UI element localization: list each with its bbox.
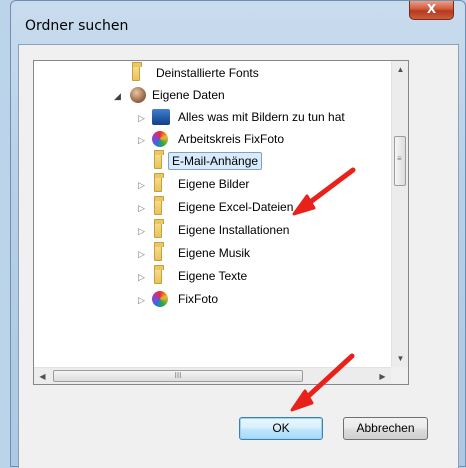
tree-item-label: Eigene Excel-Dateien <box>178 200 294 214</box>
collapsed-arrow-icon[interactable]: ▷ <box>138 203 148 213</box>
collapsed-arrow-icon[interactable]: ▷ <box>138 249 148 259</box>
colorful-app-icon <box>152 131 168 147</box>
folder-icon <box>154 242 164 261</box>
tree-item-eigene-daten[interactable]: ◢ Eigene Daten <box>34 85 392 107</box>
tree-item-label: Arbeitskreis FixFoto <box>178 132 285 146</box>
horizontal-scrollbar[interactable]: ◀ III ▶ <box>34 367 391 384</box>
tree-item-label: Eigene Installationen <box>178 223 290 237</box>
collapsed-arrow-icon[interactable]: ▷ <box>138 226 148 236</box>
vertical-scroll-thumb[interactable]: ≡ <box>394 136 406 186</box>
tree-item-label: Eigene Daten <box>152 88 225 102</box>
window-title: Ordner suchen <box>25 18 129 34</box>
close-button[interactable]: X <box>409 1 454 20</box>
scroll-left-arrow-icon[interactable]: ◀ <box>34 368 51 384</box>
collapsed-arrow-icon[interactable]: ▷ <box>138 272 148 282</box>
tree-item-label: Alles was mit Bildern zu tun hat <box>178 110 345 124</box>
tree-item-label: Eigene Texte <box>178 269 248 283</box>
folder-icon <box>154 219 164 238</box>
scrollbar-corner <box>391 367 408 384</box>
horizontal-scroll-thumb[interactable]: III <box>53 370 303 382</box>
picture-library-icon <box>152 109 170 125</box>
tree-item-label: Eigene Musik <box>178 246 251 260</box>
cancel-button[interactable]: Abbrechen <box>343 417 428 440</box>
tree-item-alles-was-mit-bildern[interactable]: ▷ Alles was mit Bildern zu tun hat <box>34 107 392 129</box>
thumb-grip-icon: III <box>174 371 182 380</box>
tree-item-eigene-installationen[interactable]: ▷ Eigene Installationen <box>34 219 392 242</box>
folder-icon <box>154 265 164 284</box>
collapsed-arrow-icon[interactable]: ▷ <box>138 113 148 123</box>
scroll-up-arrow-icon[interactable]: ▲ <box>392 61 408 78</box>
tree-item-eigene-musik[interactable]: ▷ Eigene Musik <box>34 242 392 265</box>
collapsed-arrow-icon[interactable]: ▷ <box>138 135 148 145</box>
tree-item-eigene-excel-dateien[interactable]: ▷ Eigene Excel-Dateien <box>34 196 392 219</box>
tree-item-label: E-Mail-Anhänge <box>168 152 263 170</box>
folder-icon <box>154 173 164 192</box>
folder-icon <box>154 196 164 215</box>
thumb-grip-icon: ≡ <box>397 154 402 163</box>
expanded-arrow-icon[interactable]: ◢ <box>114 91 124 101</box>
tree-item-arbeitskreis-fixfoto[interactable]: ▷ Arbeitskreis FixFoto <box>34 129 392 151</box>
close-icon: X <box>426 2 437 16</box>
tree-item-label: Eigene Bilder <box>178 177 250 191</box>
tree-item-eigene-texte[interactable]: ▷ Eigene Texte <box>34 265 392 288</box>
scroll-down-arrow-icon[interactable]: ▼ <box>392 350 408 367</box>
ok-button[interactable]: OK <box>239 417 323 440</box>
fixfoto-app-icon <box>152 291 168 307</box>
folder-icon <box>132 62 142 81</box>
tree-item-fixfoto[interactable]: ▷ FixFoto <box>34 289 392 311</box>
vertical-scrollbar[interactable]: ▲ ≡ ▼ <box>391 61 408 367</box>
tree-item-label: Deinstallierte Fonts <box>156 66 259 80</box>
collapsed-arrow-icon[interactable]: ▷ <box>138 180 148 190</box>
tree-item-label: FixFoto <box>178 292 219 306</box>
tree-item-deinstallierte-fonts[interactable]: Deinstallierte Fonts <box>34 62 392 85</box>
scroll-right-arrow-icon[interactable]: ▶ <box>374 368 391 384</box>
folder-tree[interactable]: Deinstallierte Fonts ◢ Eigene Daten ▷ Al… <box>33 60 409 385</box>
folder-icon <box>154 150 164 169</box>
tree-item-eigene-bilder[interactable]: ▷ Eigene Bilder <box>34 173 392 196</box>
collapsed-arrow-icon[interactable]: ▷ <box>138 295 148 305</box>
tree-item-email-anhaenge[interactable]: E-Mail-Anhänge <box>34 150 392 173</box>
user-avatar-icon <box>130 87 146 103</box>
